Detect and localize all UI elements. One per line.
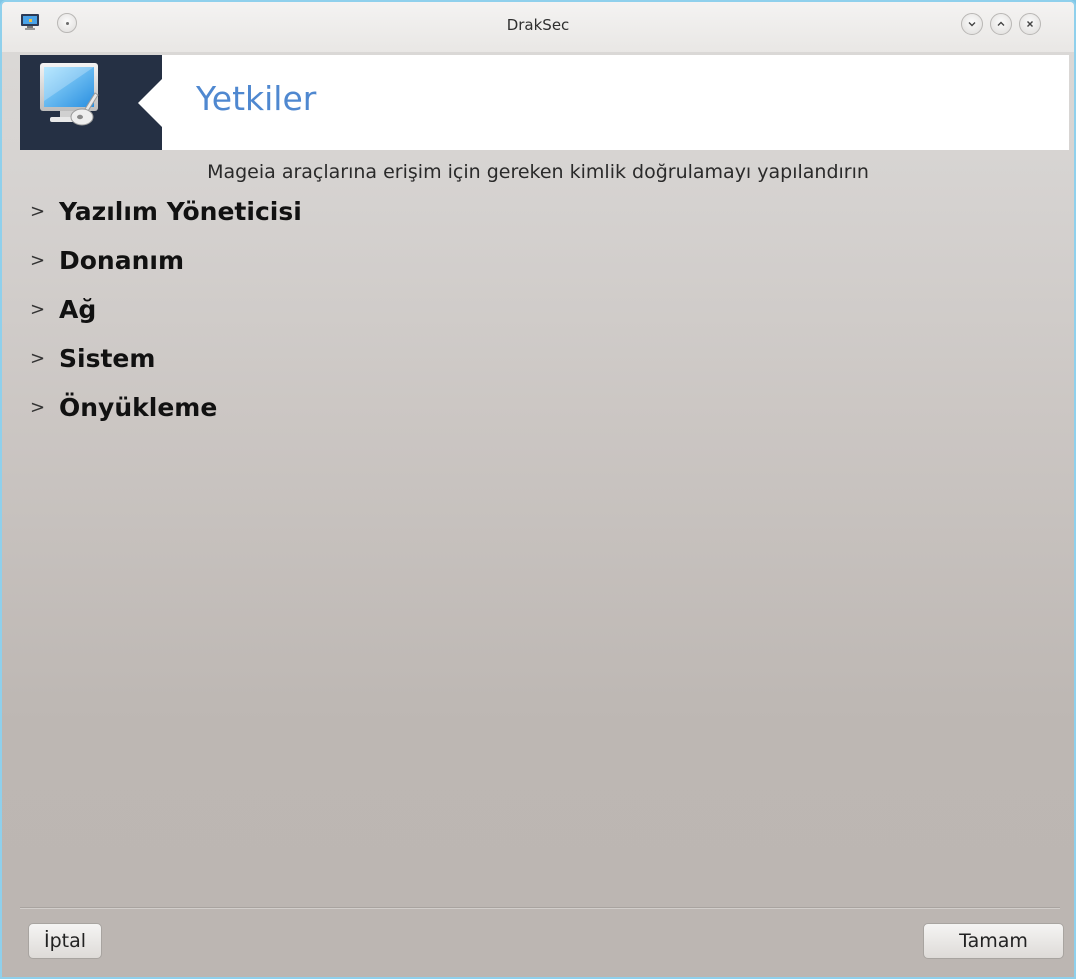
tree-item-label: Önyükleme [59,393,218,422]
tree-item-label: Donanım [59,246,185,275]
header-banner: Yetkiler [20,55,1069,150]
ok-button[interactable]: Tamam [923,923,1064,959]
tree-item-software-manager[interactable]: > Yazılım Yöneticisi [30,194,430,243]
button-separator [20,907,1060,909]
tree-item-system[interactable]: > Sistem [30,341,430,390]
banner-notch [138,79,162,127]
minimize-icon[interactable] [961,13,983,35]
expand-arrow-icon[interactable]: > [30,201,45,222]
expand-arrow-icon[interactable]: > [30,250,45,271]
page-title: Yetkiler [196,79,317,118]
tree-item-hardware[interactable]: > Donanım [30,243,430,292]
cancel-button[interactable]: İptal [28,923,102,959]
window-title: DrakSec [506,16,570,34]
close-icon[interactable] [1019,13,1041,35]
draksec-window: DrakSec Yetkiler Mageia araçlarına erişi… [0,0,1076,979]
tree-item-boot[interactable]: > Önyükleme [30,390,430,439]
expand-arrow-icon[interactable]: > [30,348,45,369]
tree-item-network[interactable]: > Ağ [30,292,430,341]
monitor-key-icon [40,63,99,126]
tree-item-label: Yazılım Yöneticisi [59,197,302,226]
page-subtitle: Mageia araçlarına erişim için gereken ki… [207,161,869,183]
title-bar[interactable]: DrakSec [2,2,1074,52]
tree-item-label: Sistem [59,344,156,373]
tree-item-label: Ağ [59,295,97,324]
expand-arrow-icon[interactable]: > [30,299,45,320]
expand-arrow-icon[interactable]: > [30,397,45,418]
category-tree: > Yazılım Yöneticisi > Donanım > Ağ > Si… [30,194,430,439]
maximize-icon[interactable] [990,13,1012,35]
